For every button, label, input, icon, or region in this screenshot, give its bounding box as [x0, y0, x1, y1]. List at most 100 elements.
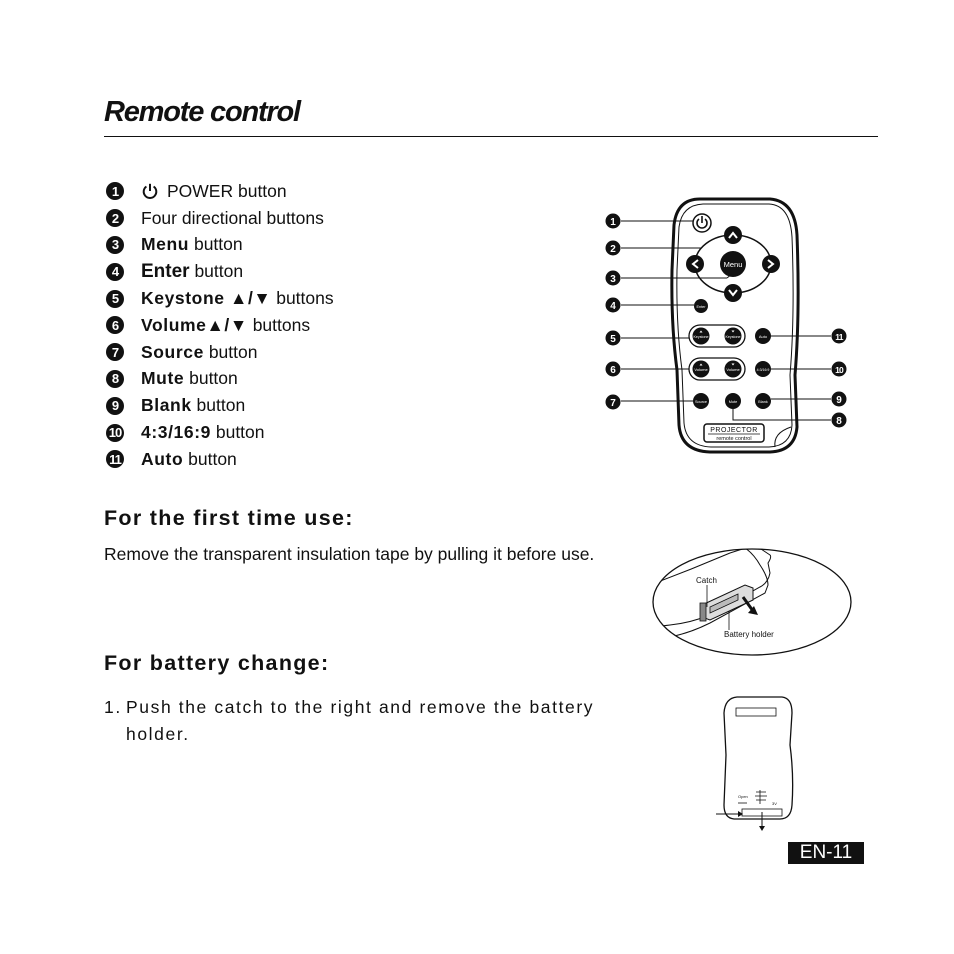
volume-up-label: Volume	[694, 367, 708, 372]
brand-label: PROJECTOR	[710, 427, 758, 434]
callout-9: 9	[831, 391, 847, 407]
callout-number: 7	[106, 343, 124, 362]
legend-item: 2 Four directional buttons	[106, 205, 334, 232]
legend-text: Four directional buttons	[141, 207, 324, 228]
callout-1: 1	[605, 213, 621, 229]
legend-item: 1 POWER button	[106, 178, 334, 205]
keystone-up-label: Keystone	[694, 335, 709, 339]
remote-back-diagram: Open 3V	[716, 696, 794, 831]
legend-text: button	[193, 234, 243, 255]
legend-text: button	[188, 448, 237, 469]
legend-text: button	[194, 261, 244, 282]
first-use-heading: For the first time use:	[104, 506, 354, 530]
callout-10: 10	[831, 361, 847, 377]
callout-number: 11	[106, 450, 124, 469]
callout-8: 8	[831, 412, 847, 428]
first-use-body: Remove the transparent insulation tape b…	[104, 544, 595, 564]
blank-button-label: Blank	[758, 400, 768, 404]
callout-4: 4	[605, 297, 621, 313]
legend-text: buttons	[252, 314, 311, 335]
page-title: Remote control	[104, 96, 301, 128]
left-arrow-button	[686, 255, 704, 273]
legend-term: Blank	[141, 395, 192, 416]
callout-number: 4	[106, 262, 124, 281]
callout-number: 9	[106, 396, 124, 415]
battery-step-1: 1. Push the catch to the right and remove…	[104, 694, 614, 748]
callout-number: 2	[106, 209, 124, 228]
right-arrow-button	[762, 255, 780, 273]
remote-control-diagram: Menu Enter Keystone Keystone Auto Volume…	[605, 197, 847, 454]
legend-term: Auto	[141, 448, 184, 469]
legend-item: 9 Blank button	[106, 392, 334, 419]
legend-item: 11 Auto button	[106, 446, 334, 473]
menu-button-label: Menu	[724, 260, 743, 269]
legend-item: 10 4:3/16:9 button	[106, 419, 334, 446]
callout-number: 1	[610, 217, 616, 228]
legend-item: 8 Mute button	[106, 366, 334, 393]
legend-term: Volume▲/▼	[141, 314, 248, 335]
legend-item: 5 Keystone ▲/▼ buttons	[106, 285, 334, 312]
legend-text: button	[189, 368, 238, 389]
catch-label: Catch	[696, 576, 717, 585]
callout-number: 3	[610, 274, 616, 285]
callout-number: 3	[106, 235, 124, 254]
callout-11: 11	[831, 328, 847, 344]
callout-number: 4	[610, 301, 616, 312]
legend-term: Source	[141, 341, 204, 362]
callout-number: 5	[610, 334, 616, 345]
legend-text: button	[215, 422, 265, 443]
callout-3: 3	[605, 270, 621, 286]
auto-button-label: Auto	[759, 334, 768, 339]
battery-holder-label: Battery holder	[724, 630, 774, 639]
callout-number: 2	[610, 244, 616, 255]
callout-number: 8	[106, 369, 124, 388]
callout-2: 2	[605, 240, 621, 256]
battery-change-heading: For battery change:	[104, 651, 330, 675]
voltage-label: 3V	[772, 801, 777, 806]
callout-number: 6	[106, 316, 124, 335]
legend-term: 4:3/16:9	[141, 422, 211, 443]
callout-7: 7	[605, 394, 621, 410]
button-legend: 1 POWER button 2 Four directional button…	[106, 178, 334, 473]
brand-sublabel: remote control	[716, 436, 751, 442]
legend-text: button	[196, 395, 246, 416]
callout-number: 10	[835, 365, 844, 375]
legend-item: 3 Menu button	[106, 232, 334, 259]
callout-6: 6	[605, 361, 621, 377]
source-button-label: Source	[695, 400, 707, 404]
step-text: Push the catch to the right and remove t…	[126, 697, 595, 717]
down-arrow-button	[724, 284, 742, 302]
battery-holder-diagram: Catch Battery holder	[652, 548, 852, 656]
legend-text: POWER button	[167, 180, 287, 201]
callout-5: 5	[605, 330, 621, 346]
mute-button-label: Mute	[729, 400, 737, 404]
step-number: 1.	[104, 697, 122, 717]
step-text-continued: holder.	[126, 724, 190, 744]
power-icon	[142, 184, 158, 200]
open-label: Open	[738, 794, 748, 799]
callout-number: 6	[610, 365, 616, 376]
legend-term: Menu	[141, 234, 190, 255]
legend-term: Keystone ▲/▼	[141, 288, 272, 309]
up-arrow-button	[724, 226, 742, 244]
legend-text: buttons	[276, 288, 334, 309]
aspect-ratio-label: 4:3/16:9	[757, 368, 770, 372]
page-number-badge: EN-11	[788, 842, 864, 864]
legend-term: Enter	[141, 260, 190, 282]
legend-item: 4 Enter button	[106, 258, 334, 285]
legend-text: button	[208, 341, 258, 362]
volume-down-label: Volume	[726, 367, 740, 372]
callout-number: 5	[106, 289, 124, 308]
legend-term: Mute	[141, 368, 185, 389]
title-divider	[104, 136, 878, 137]
callout-number: 11	[835, 332, 843, 342]
legend-item: 7 Source button	[106, 339, 334, 366]
callout-number: 9	[836, 395, 842, 406]
keystone-down-label: Keystone	[726, 335, 741, 339]
legend-item: 6 Volume▲/▼ buttons	[106, 312, 334, 339]
callout-number: 1	[106, 182, 124, 201]
callout-number: 8	[836, 416, 842, 427]
callout-number: 7	[610, 398, 616, 409]
enter-button-label: Enter	[696, 305, 706, 309]
callout-number: 10	[106, 423, 124, 442]
